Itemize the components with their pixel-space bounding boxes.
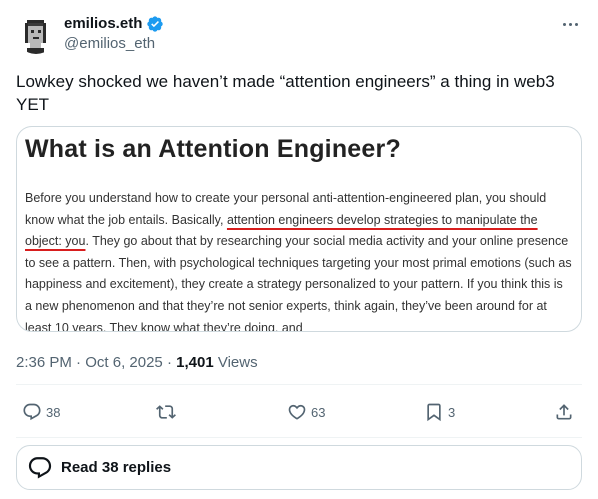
tweet-time[interactable]: 2:36 PM [16,354,72,371]
share-icon [556,404,572,420]
avatar[interactable] [16,14,56,54]
divider [16,384,582,385]
read-replies-label: Read 38 replies [61,459,172,476]
verified-badge-icon [147,16,164,32]
media-body-after: . They go about that by researching your… [25,234,572,332]
tweet-date[interactable]: Oct 6, 2025 [85,354,163,371]
display-name[interactable]: emilios.eth [64,14,142,34]
meta-separator: · [162,354,177,371]
read-replies-button[interactable]: Read 38 replies [16,445,582,490]
tweet-header: emilios.eth @emilios_eth [16,10,582,58]
more-dot-icon [562,22,566,26]
bookmark-count: 3 [448,404,456,420]
bookmark-icon [427,403,441,422]
tweet-text: Lowkey shocked we haven’t made “attentio… [16,72,555,114]
media-body-text: Before you understand how to create your… [25,188,573,332]
heart-icon [288,404,306,420]
views-count: 1,401 [176,354,214,371]
bookmark-button[interactable]: 3 [424,398,455,426]
retweet-button[interactable] [156,398,180,426]
author-handle[interactable]: @emilios_eth [64,34,155,54]
more-dot-icon [574,22,578,26]
more-options-button[interactable] [558,14,582,34]
media-title: What is an Attention Engineer? [25,135,401,163]
like-button[interactable]: 63 [287,398,325,426]
reply-count: 38 [46,404,61,420]
share-button[interactable] [554,398,574,426]
meta-separator: · [71,354,86,371]
reply-button[interactable]: 38 [22,398,60,426]
like-count: 63 [311,404,326,420]
reply-icon [23,403,41,421]
more-dot-icon [568,22,572,26]
retweet-icon [156,405,176,419]
reply-bubble-icon [28,456,52,479]
name-row: emilios.eth [64,14,164,34]
views-label: Views [213,354,258,371]
action-bar: 38 63 3 [16,398,582,426]
tweet-media-image[interactable]: What is an Attention Engineer? Before yo… [16,126,582,332]
pixel-punk-avatar-icon [16,14,56,54]
divider [16,437,582,438]
tweet-meta: 2:36 PM · Oct 6, 2025 · 1,401 Views [16,353,258,373]
